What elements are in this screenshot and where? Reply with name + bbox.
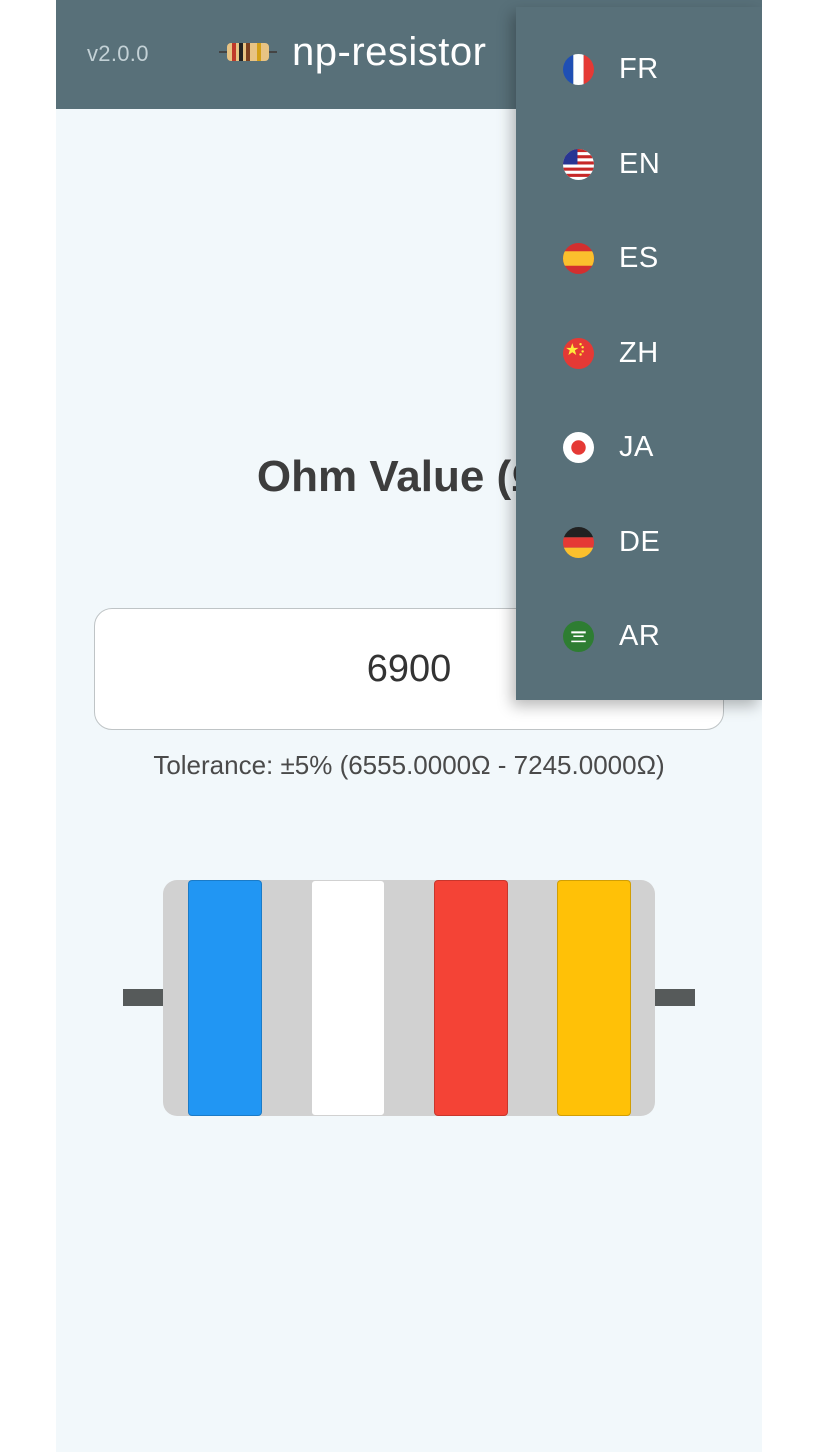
china-flag-icon [563,338,594,369]
france-flag-icon [563,54,594,85]
resistor-band-4[interactable] [557,880,631,1116]
saudi-arabia-flag-icon [563,621,594,652]
japan-flag-icon [563,432,594,463]
language-code-label: EN [619,148,661,180]
language-code-label: ZH [619,337,659,369]
language-item-ar[interactable]: AR [516,590,762,684]
resistor-band-2[interactable] [311,880,385,1116]
language-item-es[interactable]: ES [516,212,762,306]
usa-flag-icon [563,149,594,180]
language-code-label: DE [619,526,661,558]
language-code-label: JA [619,431,654,463]
language-item-de[interactable]: DE [516,496,762,590]
resistor-lead-right [655,989,695,1006]
resistor-body [163,880,655,1116]
version-label: v2.0.0 [87,41,149,66]
language-item-fr[interactable]: FR [516,23,762,117]
app-title: np-resistor [292,30,487,74]
resistor-band-1[interactable] [188,880,262,1116]
tolerance-text: Tolerance: ±5% (6555.0000Ω - 7245.0000Ω) [153,750,665,780]
language-code-label: FR [619,53,659,85]
resistor-logo-icon [219,43,277,61]
resistor-band-3[interactable] [434,880,508,1116]
resistor-lead-left [123,989,163,1006]
language-code-label: ES [619,242,659,274]
app-screen: v2.0.0 np-resistor Ohm Value (Ω) Toleran… [56,0,762,1452]
language-item-ja[interactable]: JA [516,401,762,495]
language-dropdown-menu: FR EN ES ZH JA DE AR [516,7,762,700]
language-item-en[interactable]: EN [516,118,762,212]
language-code-label: AR [619,620,661,652]
spain-flag-icon [563,243,594,274]
language-item-zh[interactable]: ZH [516,307,762,401]
germany-flag-icon [563,527,594,558]
